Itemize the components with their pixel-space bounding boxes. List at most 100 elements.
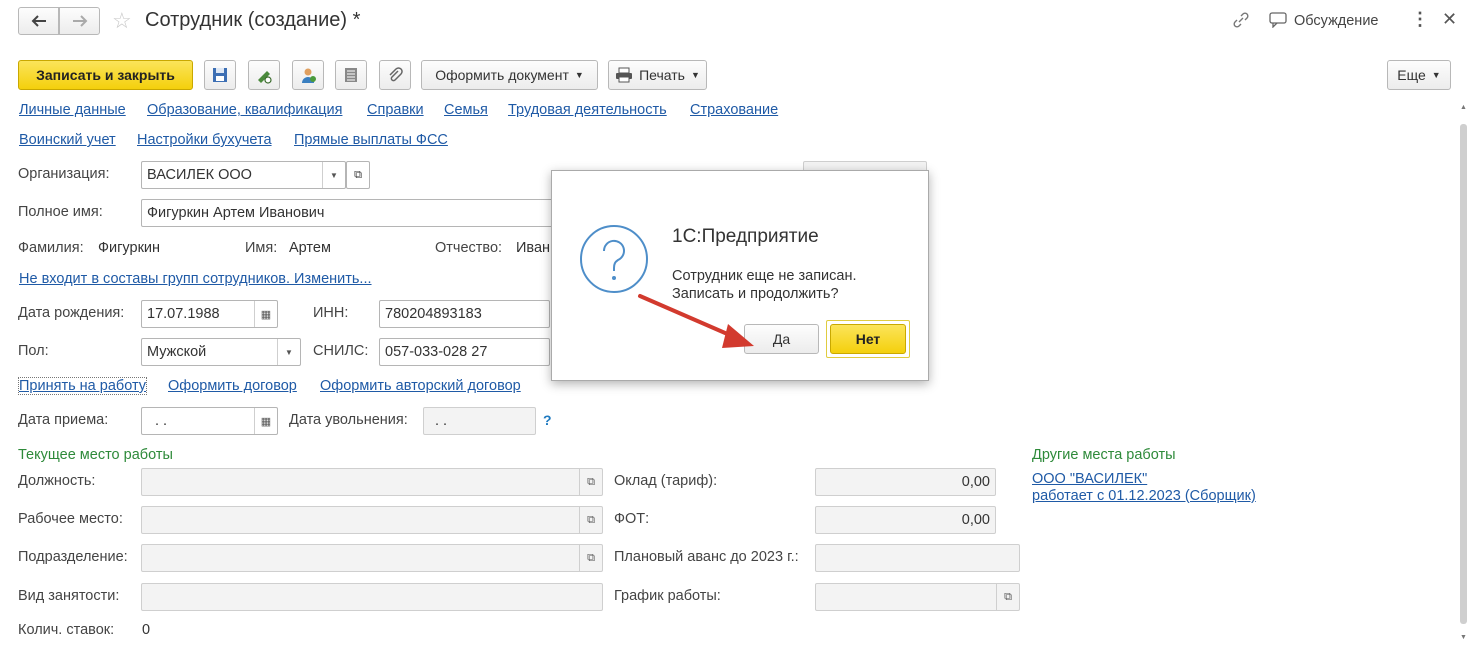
back-button[interactable] [18,7,59,35]
other-place-link-org[interactable]: ООО "ВАСИЛЕК" [1032,471,1147,487]
scroll-down-arrow-icon[interactable]: ▼ [1460,634,1467,641]
red-arrow-annotation [638,294,754,348]
arrow-left-icon [31,15,46,27]
workplace-field[interactable]: ⧉ [141,506,603,534]
link-icon[interactable] [1232,11,1250,32]
open-window-icon[interactable]: ⧉ [996,584,1019,610]
inn-field[interactable]: 780204893183 [379,300,550,328]
lastname-label: Фамилия: [18,240,84,256]
rates-value: 0 [142,622,151,638]
birth-value: 17.07.1988 [147,306,220,322]
open-window-icon: ⧉ [354,168,362,181]
more-menu-icon[interactable]: ⋮ [1411,9,1429,30]
position-field[interactable]: ⧉ [141,468,603,496]
hire-date-label: Дата приема: [18,412,109,428]
tab-personal-data[interactable]: Личные данные [19,102,126,118]
post-button[interactable] [248,60,280,90]
arrow-right-icon [72,15,87,27]
issue-document-button[interactable]: Оформить документ ▼ [421,60,598,90]
patronymic-label: Отчество: [435,240,503,256]
dropdown-arrow-icon[interactable]: ▼ [322,162,345,188]
hire-link[interactable]: Принять на работу [17,377,148,395]
employment-field[interactable] [141,583,603,611]
fot-value: 0,00 [961,512,990,528]
paperclip-icon [389,67,403,82]
rates-label: Колич. ставок: [18,622,115,638]
open-window-icon[interactable]: ⧉ [579,469,602,495]
schedule-field[interactable]: ⧉ [815,583,1020,611]
fullname-label: Полное имя: [18,204,103,220]
fire-date-field[interactable]: . . [423,407,536,435]
org-open-button[interactable]: ⧉ [346,161,370,189]
window-title: Сотрудник (создание) * [145,9,361,31]
scrollbar[interactable]: ▲ ▼ [1460,104,1467,646]
open-window-icon[interactable]: ⧉ [579,545,602,571]
tab-certificates[interactable]: Справки [367,102,424,118]
dropdown-arrow-icon[interactable]: ▼ [277,339,300,365]
firstname-value: Артем [289,240,331,256]
position-label: Должность: [18,473,96,489]
tab-education[interactable]: Образование, квалификация [147,102,342,118]
discussion-icon[interactable] [1269,12,1289,31]
birth-label: Дата рождения: [18,305,125,321]
favorite-star-icon[interactable]: ☆ [112,8,132,34]
tab-fss-payments[interactable]: Прямые выплаты ФСС [294,132,448,148]
tab-accounting-settings[interactable]: Настройки бухучета [137,132,272,148]
sex-select[interactable]: Мужской ▼ [141,338,301,366]
fot-field[interactable]: 0,00 [815,506,996,534]
tab-employment-history[interactable]: Трудовая деятельность [508,102,667,118]
contract-link[interactable]: Оформить договор [168,378,297,394]
patronymic-value: Иван [516,240,551,256]
list-button[interactable] [335,60,367,90]
sex-value: Мужской [147,344,207,360]
save-close-button[interactable]: Записать и закрыть [18,60,193,90]
schedule-label: График работы: [614,588,721,604]
tab-military[interactable]: Воинский учет [19,132,116,148]
sex-label: Пол: [18,343,49,359]
advance-field[interactable] [815,544,1020,572]
print-button[interactable]: Печать ▼ [608,60,707,90]
attach-button[interactable] [379,60,411,90]
more-button[interactable]: Еще ▼ [1387,60,1451,90]
close-icon[interactable]: ✕ [1442,9,1457,30]
firstname-label: Имя: [245,240,278,256]
fire-date-label: Дата увольнения: [289,412,408,428]
groups-link[interactable]: Не входит в составы групп сотрудников. И… [19,271,372,287]
scrollbar-thumb[interactable] [1460,124,1467,624]
other-place-link-since[interactable]: работает с 01.12.2023 (Сборщик) [1032,488,1256,504]
calendar-icon[interactable]: ▦ [254,408,277,434]
printer-icon [616,67,633,83]
fullname-field[interactable]: Фигуркин Артем Иванович [141,199,561,227]
salary-label: Оклад (тариф): [614,473,718,489]
dropdown-arrow-icon: ▼ [1431,70,1441,80]
fullname-value: Фигуркин Артем Иванович [147,205,325,221]
calendar-icon[interactable]: ▦ [254,301,277,327]
hire-date-field[interactable]: . . ▦ [141,407,278,435]
users-button[interactable] [292,60,324,90]
open-window-icon[interactable]: ⧉ [579,507,602,533]
advance-label: Плановый аванс до 2023 г.: [614,549,799,565]
org-value: ВАСИЛЕК ООО [147,167,252,183]
discussion-button[interactable]: Обсуждение [1294,13,1378,29]
salary-field[interactable]: 0,00 [815,468,996,496]
save-button[interactable] [204,60,236,90]
fot-label: ФОТ: [614,511,650,527]
forward-button[interactable] [59,7,100,35]
birth-field[interactable]: 17.07.1988 ▦ [141,300,278,328]
current-place-heading: Текущее место работы [18,447,173,463]
dialog-title: 1С:Предприятие [672,226,819,247]
question-icon [580,225,648,293]
author-contract-link[interactable]: Оформить авторский договор [320,378,521,394]
org-field[interactable]: ВАСИЛЕК ООО ▼ [141,161,346,189]
inn-label: ИНН: [313,305,349,321]
tab-insurance[interactable]: Страхование [690,102,778,118]
no-button[interactable]: Нет [830,324,906,354]
issue-document-label: Оформить документ [435,67,569,83]
lastname-value: Фигуркин [98,240,161,256]
help-icon[interactable]: ? [543,412,552,428]
scroll-up-arrow-icon[interactable]: ▲ [1460,104,1467,111]
dialog-message-line1: Сотрудник еще не записан. [672,268,857,284]
department-field[interactable]: ⧉ [141,544,603,572]
tab-family[interactable]: Семья [444,102,488,118]
snils-field[interactable]: 057-033-028 27 [379,338,550,366]
